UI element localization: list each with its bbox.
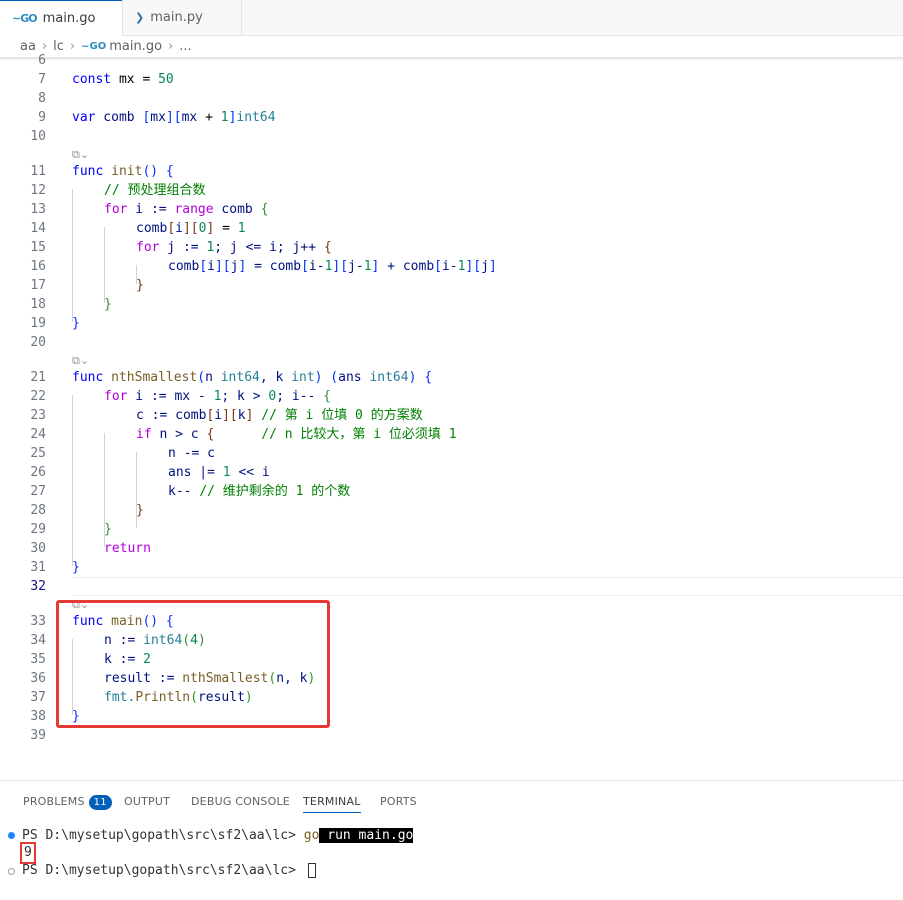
code-line: 26 ans |= 1 << i [0, 463, 903, 482]
tab-terminal[interactable]: TERMINAL [303, 795, 361, 813]
code-line: 30 return [0, 539, 903, 558]
code-line: 25 n -= c [0, 444, 903, 463]
code-line: 14 comb[i][0] = 1 [0, 219, 903, 238]
code-line: 31} [0, 558, 903, 577]
line-number: 18 [30, 297, 46, 312]
line-number: 23 [30, 408, 46, 423]
line-number: 14 [30, 221, 46, 236]
line-number: 30 [30, 541, 46, 556]
code-line: 12// 预处理组合数 [0, 181, 903, 200]
terminal-line-prompt[interactable]: PS D:\mysetup\gopath\src\sf2\aa\lc> [22, 863, 903, 878]
tab-ports[interactable]: PORTS [380, 795, 417, 808]
code-line: 28} [0, 501, 903, 520]
line-number: 36 [30, 671, 46, 686]
line-number: 34 [30, 633, 46, 648]
tab-label: main.py [150, 10, 203, 25]
code-line: 21 func nthSmallest(n int64, k int) (ans … [0, 368, 903, 387]
line-number: 22 [30, 389, 46, 404]
line-number: 10 [30, 129, 46, 144]
python-file-icon: ❯ [135, 11, 145, 24]
go-file-icon: ~GO [12, 12, 38, 25]
line-number: 15 [30, 240, 46, 255]
highlight-box-main-func [56, 600, 330, 728]
code-line: 20 [0, 333, 903, 352]
line-number: 9 [38, 110, 46, 125]
tab-label: main.go [42, 11, 96, 26]
line-number: 26 [30, 465, 46, 480]
command-success-icon[interactable] [8, 832, 15, 839]
code-line: 39 [0, 726, 903, 745]
editor-tab-bar: ~GO main.go ❯ main.py [0, 0, 903, 36]
code-line: 8 [0, 89, 903, 108]
code-line: 29} [0, 520, 903, 539]
line-number: 16 [30, 259, 46, 274]
code-line: 22 for i := mx - 1; k > 0; i-- { [0, 387, 903, 406]
terminal-output: 9 [24, 845, 32, 860]
tab-debug-console[interactable]: DEBUG CONSOLE [191, 795, 290, 808]
line-number: 11 [30, 164, 46, 179]
line-number: 39 [30, 728, 46, 743]
line-number: 8 [38, 91, 46, 106]
line-number: 20 [30, 335, 46, 350]
code-line: 10 [0, 127, 903, 146]
tab-main-go[interactable]: ~GO main.go [0, 0, 122, 36]
code-line: 13 for i := range comb { [0, 200, 903, 219]
tab-problems[interactable]: PROBLEMS 11 [23, 795, 112, 810]
line-number: 27 [30, 484, 46, 499]
tab-main-py[interactable]: ❯ main.py [122, 0, 242, 35]
line-number: 25 [30, 446, 46, 461]
line-number: 33 [30, 614, 46, 629]
code-line: 7 const mx = 50 [0, 70, 903, 89]
line-number: 37 [30, 690, 46, 705]
code-line: 6 [0, 51, 903, 70]
line-number: 24 [30, 427, 46, 442]
code-line: 32 [0, 577, 903, 596]
command-pending-icon[interactable] [8, 868, 15, 875]
line-number: 35 [30, 652, 46, 667]
highlight-box-output [20, 842, 36, 864]
line-number: 31 [30, 560, 46, 575]
line-number: 28 [30, 503, 46, 518]
line-number: 7 [38, 72, 46, 87]
code-line: 18} [0, 295, 903, 314]
terminal-line-command: PS D:\mysetup\gopath\src\sf2\aa\lc> go r… [22, 828, 414, 843]
code-line: 19} [0, 314, 903, 333]
line-number: 19 [30, 316, 46, 331]
code-line: 23 c := comb[i][k] // 第 i 位填 0 的方案数 [0, 406, 903, 425]
line-number: 6 [38, 53, 46, 68]
line-number: 32 [30, 579, 46, 594]
line-number: 29 [30, 522, 46, 537]
line-number: 13 [30, 202, 46, 217]
line-number: 38 [30, 709, 46, 724]
line-number: 12 [30, 183, 46, 198]
panel-tabs: PROBLEMS 11 OUTPUT DEBUG CONSOLE TERMINAL… [0, 781, 903, 821]
tab-output[interactable]: OUTPUT [124, 795, 170, 808]
code-line: 15 for j := 1; j <= i; j++ { [0, 238, 903, 257]
code-line: 27 k-- // 维护剩余的 1 的个数 [0, 482, 903, 501]
go-file-icon: ~GO [81, 40, 107, 52]
code-line: 16 comb[i][j] = comb[i-1][j-1] + comb[i-1… [0, 257, 903, 276]
line-number: 21 [30, 370, 46, 385]
code-line: 9 var comb [mx][mx + 1]int64 [0, 108, 903, 127]
code-line: 17} [0, 276, 903, 295]
terminal-cursor [307, 863, 316, 878]
line-number: 17 [30, 278, 46, 293]
problems-count-badge: 11 [88, 795, 112, 810]
code-line: 11 func init() { [0, 162, 903, 181]
code-line: 24 if n > c { // n 比较大，第 i 位必须填 1 [0, 425, 903, 444]
